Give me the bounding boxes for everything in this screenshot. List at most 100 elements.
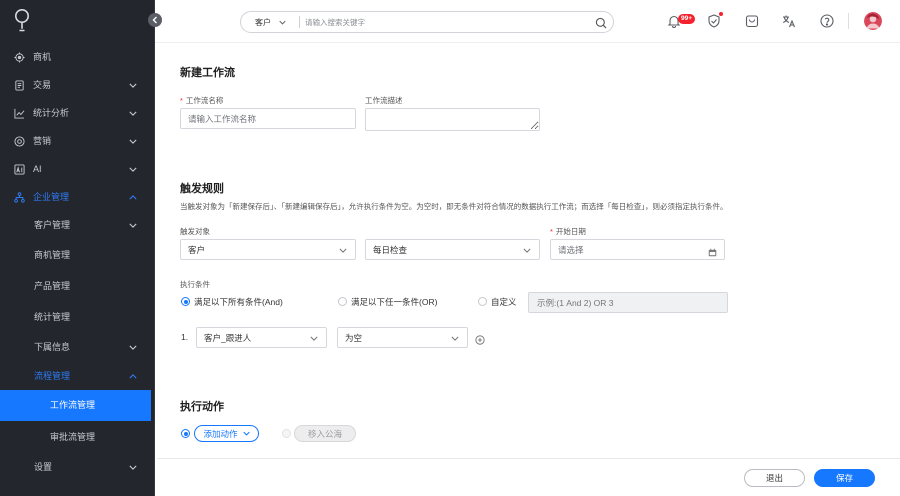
ai-icon: [14, 163, 25, 175]
condition-custom-label[interactable]: 自定义: [491, 297, 517, 307]
chevron-up-icon: [129, 373, 137, 379]
app-window: 商机 交易 统计分析 营销 AI 企业管理 客户管理 商机管理 产品管理 统计管…: [0, 0, 900, 496]
sidebar-item-label: 审批流管理: [50, 431, 96, 442]
chevron-down-icon: [242, 431, 250, 436]
sidebar-item-label: 企业管理: [33, 191, 70, 202]
sidebar-item-label: 设置: [34, 461, 53, 472]
condition-custom-radio[interactable]: [478, 297, 487, 306]
shield-alert-dot: [719, 12, 723, 16]
search-divider: [299, 16, 300, 28]
sidebar-item-label: AI: [33, 163, 42, 174]
search-scope-select[interactable]: 客户: [255, 12, 286, 32]
chevron-down-icon: [129, 465, 137, 470]
line-chart-icon: [14, 108, 25, 119]
chevron-down-icon: [129, 83, 137, 88]
sidebar-item-approval-flow-management[interactable]: 审批流管理: [0, 422, 154, 452]
sidebar-item-label: 统计管理: [34, 311, 71, 322]
sidebar-item-label: 流程管理: [34, 370, 71, 381]
exit-button[interactable]: 退出: [744, 469, 805, 487]
search-input[interactable]: [305, 14, 585, 30]
sidebar-item-customer-management[interactable]: 客户管理: [0, 211, 154, 239]
condition-and-label[interactable]: 满足以下所有条件(And): [194, 297, 283, 307]
action-add-radio[interactable]: [181, 429, 190, 438]
chevron-down-icon: [129, 223, 137, 228]
sidebar-item-subordinates[interactable]: 下属信息: [0, 332, 154, 362]
sidebar-item-settings[interactable]: 设置: [0, 452, 154, 482]
sidebar-item-analytics[interactable]: 统计分析: [0, 99, 154, 127]
start-date-label: * 开始日期: [550, 227, 586, 236]
start-date-picker: [550, 239, 725, 260]
save-button[interactable]: 保存: [814, 469, 875, 487]
condition-and-radio[interactable]: [181, 297, 190, 306]
chevron-down-icon: [129, 111, 137, 116]
condition-operator-select[interactable]: 为空: [337, 327, 468, 348]
custom-condition-input[interactable]: [528, 292, 728, 313]
header-divider: [848, 13, 849, 29]
actions-title: 执行动作: [180, 401, 224, 413]
workflow-name-label-text: 工作流名称: [185, 96, 224, 105]
chevron-down-icon: [129, 139, 137, 144]
help-icon[interactable]: [820, 14, 834, 28]
sidebar-item-opportunity-management[interactable]: 商机管理: [0, 240, 154, 270]
sidebar-item-enterprise[interactable]: 企业管理: [0, 183, 154, 211]
search-icon[interactable]: [595, 16, 607, 29]
add-condition-plus-circle-icon[interactable]: [475, 332, 485, 345]
workflow-name-input[interactable]: [180, 108, 356, 129]
notification-badge: 99+: [678, 14, 696, 24]
required-mark: *: [180, 96, 183, 105]
calendar-icon[interactable]: [708, 244, 717, 257]
condition-field-value: 客户_跟进人: [204, 332, 252, 343]
sidebar-item-statistics-management[interactable]: 统计管理: [0, 302, 154, 332]
pin-logo-icon[interactable]: [14, 8, 30, 34]
chevron-left-icon: [152, 16, 157, 24]
sidebar: 商机 交易 统计分析 营销 AI 企业管理 客户管理 商机管理 产品管理 统计管…: [0, 0, 155, 496]
start-date-input[interactable]: [550, 239, 725, 260]
sidebar-item-label: 交易: [33, 79, 52, 90]
global-search: 客户: [240, 11, 614, 33]
sidebar-item-ai[interactable]: AI: [0, 155, 154, 183]
action-move-radio: [282, 429, 291, 438]
sidebar-collapse-button[interactable]: [148, 13, 162, 27]
trigger-object-select[interactable]: 客户: [180, 239, 356, 260]
start-date-label-text: 开始日期: [555, 227, 586, 236]
sidebar-item-label: 营销: [33, 135, 52, 146]
sidebar-item-label: 客户管理: [34, 219, 71, 230]
target-icon: [14, 51, 25, 63]
condition-or-radio[interactable]: [338, 297, 347, 306]
trigger-object-label: 触发对象: [180, 227, 210, 236]
shield-check-icon[interactable]: [707, 14, 721, 28]
sidebar-item-label: 下属信息: [34, 341, 71, 352]
workflow-description-label: 工作流描述: [365, 96, 403, 105]
add-action-label: 添加动作: [203, 428, 238, 439]
sidebar-item-deals[interactable]: 交易: [0, 71, 154, 99]
sidebar-item-workflow-management[interactable]: 工作流管理: [0, 390, 151, 421]
required-mark: *: [550, 227, 553, 236]
condition-or-label[interactable]: 满足以下任一条件(OR): [351, 297, 437, 307]
sidebar-item-opportunity[interactable]: 商机: [0, 43, 154, 71]
page-title: 新建工作流: [180, 67, 235, 79]
condition-row-index: 1.: [181, 332, 189, 342]
sidebar-item-label: 商机管理: [34, 249, 71, 260]
sidebar-item-marketing[interactable]: 营销: [0, 127, 154, 155]
trigger-timing-select[interactable]: 每日检查: [365, 239, 540, 260]
bag-icon[interactable]: [745, 14, 759, 28]
add-action-button[interactable]: 添加动作: [194, 425, 259, 442]
chevron-down-icon: [451, 336, 459, 341]
document-icon: [14, 79, 25, 91]
translate-icon[interactable]: [782, 14, 796, 28]
avatar[interactable]: [864, 12, 882, 30]
condition-field-select[interactable]: 客户_跟进人: [196, 327, 327, 348]
chevron-down-icon: [339, 248, 347, 253]
search-scope-label: 客户: [255, 17, 271, 27]
chevron-up-icon: [129, 194, 137, 200]
sidebar-item-label: 工作流管理: [50, 400, 96, 410]
org-chart-icon: [14, 191, 25, 203]
sidebar-item-process-management[interactable]: 流程管理: [0, 361, 154, 391]
chevron-down-icon: [279, 20, 286, 25]
workflow-description-textarea[interactable]: [365, 108, 540, 131]
conditions-label: 执行条件: [180, 280, 210, 289]
sidebar-item-product-management[interactable]: 产品管理: [0, 271, 154, 301]
trigger-object-value: 客户: [188, 244, 206, 255]
chevron-down-icon: [310, 336, 318, 341]
workflow-name-label: * 工作流名称: [180, 96, 223, 105]
